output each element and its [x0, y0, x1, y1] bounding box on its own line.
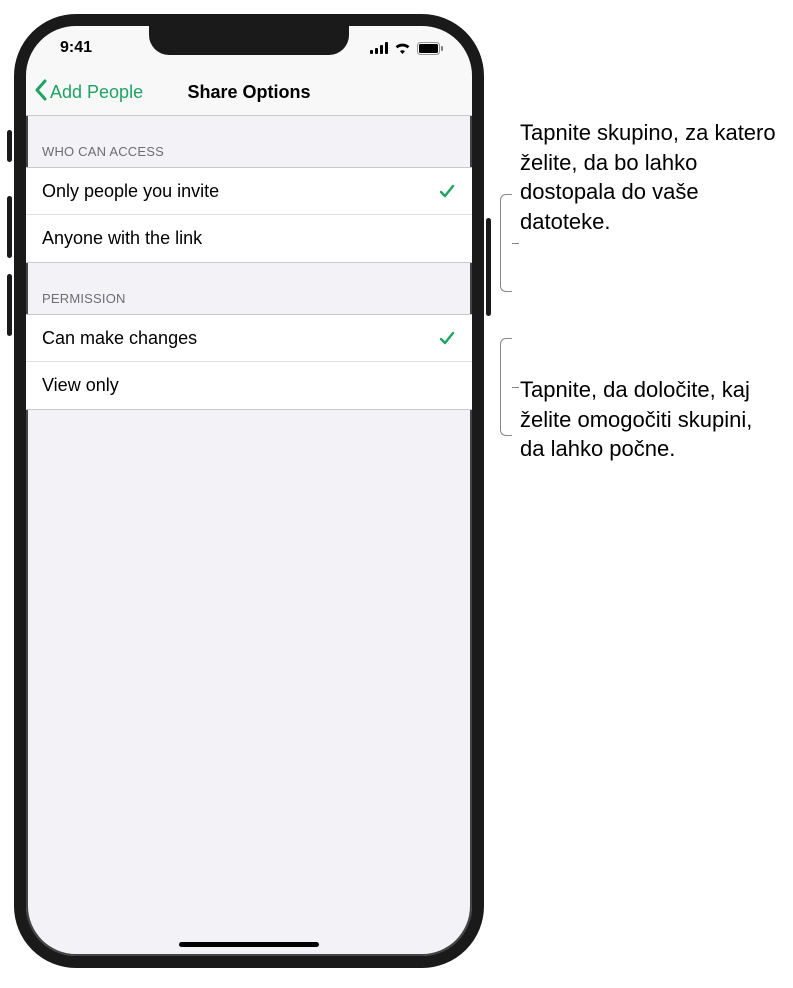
callout-permission: Tapnite, da določite, kaj želite omogoči…	[520, 375, 780, 464]
phone-frame: 9:41 Add People Share Options WHO CAN AC…	[14, 14, 484, 968]
status-right	[370, 42, 444, 55]
battery-icon	[417, 42, 444, 55]
permission-row-view-only[interactable]: View only	[26, 362, 472, 409]
nav-bar: Add People Share Options	[26, 70, 472, 116]
page-title: Share Options	[187, 82, 310, 103]
access-list: Only people you invite Anyone with the l…	[26, 167, 472, 263]
permission-list: Can make changes View only	[26, 314, 472, 410]
row-label: Anyone with the link	[42, 228, 202, 249]
back-label: Add People	[50, 82, 143, 103]
notch	[149, 25, 349, 55]
callout-bracket	[500, 194, 512, 292]
volume-up-button	[7, 196, 12, 258]
status-time: 9:41	[60, 39, 92, 57]
callout-bracket	[512, 243, 519, 244]
callout-access: Tapnite skupino, za katero želite, da bo…	[520, 118, 780, 237]
access-row-invite-only[interactable]: Only people you invite	[26, 168, 472, 215]
permission-row-can-edit[interactable]: Can make changes	[26, 315, 472, 362]
volume-down-button	[7, 274, 12, 336]
back-button[interactable]: Add People	[26, 79, 143, 106]
section-header-access: WHO CAN ACCESS	[26, 116, 472, 167]
callout-bracket	[500, 338, 512, 436]
silent-switch	[7, 130, 12, 162]
home-indicator	[179, 942, 319, 947]
row-label: Can make changes	[42, 328, 197, 349]
side-button	[486, 218, 491, 316]
cellular-signal-icon	[370, 42, 388, 54]
access-row-anyone-link[interactable]: Anyone with the link	[26, 215, 472, 262]
callout-bracket	[512, 387, 519, 388]
checkmark-icon	[438, 182, 456, 200]
section-header-permission: PERMISSION	[26, 263, 472, 314]
chevron-left-icon	[34, 79, 48, 106]
wifi-icon	[394, 42, 411, 54]
checkmark-icon	[438, 329, 456, 347]
row-label: View only	[42, 375, 119, 396]
row-label: Only people you invite	[42, 181, 219, 202]
